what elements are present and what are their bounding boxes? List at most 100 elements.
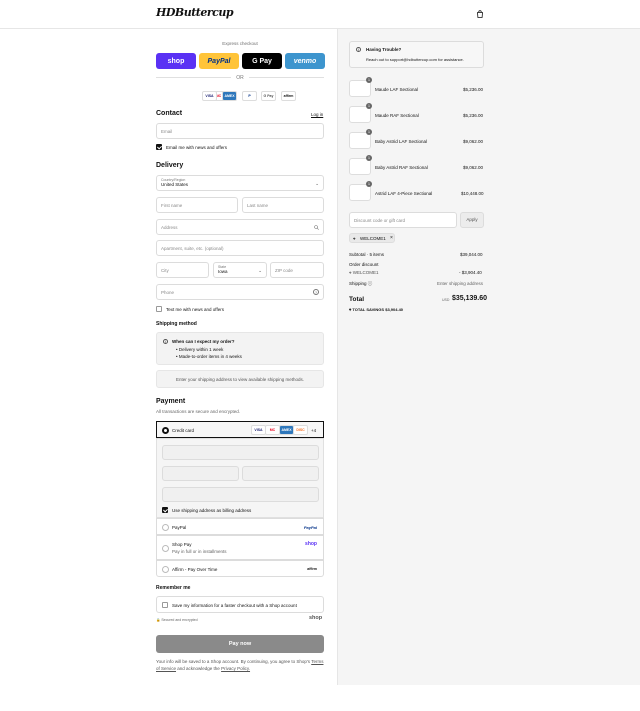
country-select[interactable]: Country/Region United States ⌄ (156, 175, 324, 191)
item-name: Baby Astrid LAF Sectional (375, 139, 428, 144)
total-value: $35,139.60 (452, 295, 488, 302)
express-checkout-label: Express checkout (222, 41, 258, 46)
mastercard-icon: MC (265, 425, 280, 435)
shop-pay-sub: Pay in full or in installments (172, 549, 227, 554)
shop-pay-label: Shop Pay (172, 542, 192, 547)
close-icon[interactable]: × (390, 235, 393, 241)
paypal-button[interactable]: PayPal (199, 53, 239, 69)
credit-card-label: Credit card (172, 428, 195, 433)
paypal-logo: PayPal (303, 525, 317, 530)
text-news-checkbox[interactable] (156, 306, 162, 312)
trouble-title: Having Trouble? (366, 47, 402, 52)
total-label: Total (349, 296, 365, 303)
delivery-bullet-1: • Delivery within 1 week (176, 347, 224, 352)
billing-label: Use shipping address as billing address (172, 508, 252, 513)
apply-button[interactable]: Apply (460, 212, 484, 228)
google-pay-button[interactable]: G Pay (242, 53, 282, 69)
secure-label: 🔒 Secured and encrypted (156, 618, 198, 622)
address-placeholder: Address (161, 225, 178, 230)
login-link[interactable]: Log in (311, 112, 323, 117)
item-price: $10,448.00 (461, 191, 484, 196)
shipping-label: Shipping ⓘ (349, 281, 373, 286)
logo[interactable]: HDButtercup (156, 6, 234, 19)
security-code-field[interactable] (242, 466, 319, 481)
country-value: United States (161, 182, 189, 187)
quantity-badge: 1 (366, 181, 372, 187)
order-discount-label: Order discount (349, 262, 379, 267)
venmo-button[interactable]: venmo (285, 53, 325, 69)
affirm-logo: affirm (307, 567, 317, 571)
google-pay-icon: G Pay (261, 91, 276, 101)
subtotal-value: $39,044.00 (460, 252, 483, 257)
affirm-radio[interactable] (162, 566, 169, 573)
tag-icon: ⌖ (353, 236, 356, 241)
email-news-label: Email me with news and offers (166, 145, 227, 150)
shopping-bag-icon[interactable] (476, 10, 484, 18)
affirm-icon: affirm (281, 91, 296, 101)
state-select[interactable]: State Iowa ⌄ (213, 262, 267, 278)
item-price: $5,236.00 (463, 113, 484, 118)
trouble-text: Reach out to support@hdbuttercup.com for… (366, 57, 464, 62)
paypal-radio[interactable] (162, 524, 169, 531)
shop-pay-option[interactable]: Shop Pay Pay in full or in installments … (156, 535, 324, 560)
email-news-checkbox[interactable] (156, 144, 162, 150)
quantity-badge: 1 (366, 129, 372, 135)
credit-card-radio[interactable] (162, 427, 169, 434)
remember-option[interactable]: Save my information for a faster checkou… (156, 596, 324, 613)
affirm-option[interactable]: Affirm - Pay Over Time affirm (156, 560, 324, 577)
shop-pay-button[interactable]: shop (156, 53, 196, 69)
first-name-field[interactable]: First name (156, 197, 238, 213)
help-icon[interactable]: ? (313, 289, 319, 295)
shipping-value: Enter shipping address (437, 281, 484, 286)
payment-heading: Payment (156, 398, 186, 405)
phone-field[interactable]: Phone ? (156, 284, 324, 300)
chevron-down-icon: ⌄ (315, 181, 319, 186)
discount-field[interactable]: Discount code or gift card (349, 212, 457, 228)
card-number-field[interactable] (162, 445, 319, 460)
item-name: Baby Astrid RAF Sectional (375, 165, 428, 170)
info-icon: i (163, 339, 168, 344)
amex-icon: AMEX (222, 91, 237, 101)
email-field[interactable]: Email (156, 123, 324, 139)
remember-checkbox[interactable] (162, 602, 168, 608)
quantity-badge: 1 (366, 155, 372, 161)
remember-label: Save my information for a faster checkou… (172, 603, 297, 608)
credit-card-option[interactable]: Credit card VISA MC AMEX DISC +4 (156, 421, 324, 438)
visa-icon: VISA (202, 91, 217, 101)
card-form: Use shipping address as billing address (156, 438, 324, 518)
quantity-badge: 1 (366, 77, 372, 83)
billing-checkbox[interactable] (162, 507, 168, 513)
search-icon (314, 225, 319, 230)
shipping-note: Enter your shipping address to view avai… (156, 370, 324, 388)
header: HDButtercup (0, 0, 640, 29)
shipping-method-heading: Shipping method (156, 321, 197, 327)
shop-pay-logo: shop (305, 541, 317, 547)
expiration-field[interactable] (162, 466, 239, 481)
privacy-link[interactable]: Privacy Policy. (221, 666, 250, 671)
city-field[interactable]: City (156, 262, 209, 278)
savings-label: ⌖ TOTAL SAVINGS $3,904.40 (349, 307, 404, 312)
order-summary-panel (337, 29, 640, 685)
item-name: Astrid LAF 4-Piece Sectional (375, 191, 433, 196)
last-name-field[interactable]: Last name (242, 197, 324, 213)
more-cards-label: +4 (311, 428, 317, 433)
pay-now-button[interactable]: Pay now (156, 635, 324, 653)
shop-logo: shop (309, 615, 323, 621)
delivery-bullet-2: • Made-to-order items in 4 weeks (176, 354, 242, 359)
apartment-field[interactable]: Apartment, suite, etc. (optional) (156, 240, 324, 256)
trouble-box: i Having Trouble? Reach out to support@h… (349, 41, 484, 68)
discount-code-label: ⌖ WELCOME1 (349, 270, 379, 275)
payment-subtitle: All transactions are secure and encrypte… (156, 409, 241, 414)
item-price: $9,062.00 (463, 165, 484, 170)
shop-pay-radio[interactable] (162, 545, 169, 552)
item-price: $9,062.00 (463, 139, 484, 144)
zip-field[interactable]: ZIP code (270, 262, 324, 278)
paypal-option[interactable]: PayPal PayPal (156, 518, 324, 535)
name-on-card-field[interactable] (162, 487, 319, 502)
address-field[interactable]: Address (156, 219, 324, 235)
paypal-icon: P (242, 91, 257, 101)
delivery-heading: Delivery (156, 162, 184, 169)
amex-icon: AMEX (279, 425, 294, 435)
delivery-info-box: i When can I expect my order? • Delivery… (156, 332, 324, 365)
chevron-down-icon: ⌄ (258, 268, 262, 273)
